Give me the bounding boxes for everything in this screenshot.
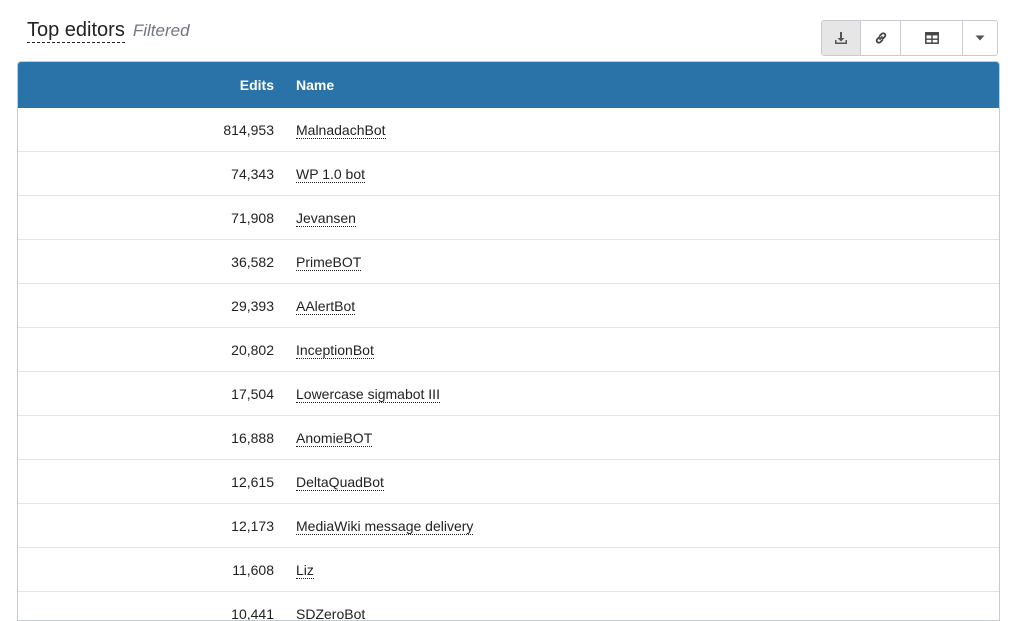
name-cell: AnomieBOT (274, 430, 372, 446)
table-icon (925, 32, 939, 44)
table-row: 12,615 DeltaQuadBot (18, 460, 999, 504)
section-title[interactable]: Top editors (27, 18, 125, 43)
section-header: Top editors Filtered (27, 18, 190, 50)
table-header-row: Edits Name (18, 62, 999, 108)
download-icon (834, 31, 848, 45)
table-row: 10,441 SDZeroBot (18, 592, 999, 621)
table-row: 11,608 Liz (18, 548, 999, 592)
name-cell: InceptionBot (274, 342, 374, 358)
column-header-edits[interactable]: Edits (18, 77, 274, 93)
table-row: 20,802 InceptionBot (18, 328, 999, 372)
table-row: 12,173 MediaWiki message delivery (18, 504, 999, 548)
name-cell: Lowercase sigmabot III (274, 386, 440, 402)
editor-name-link[interactable]: Jevansen (296, 210, 356, 227)
name-cell: DeltaQuadBot (274, 474, 384, 490)
table-toolbar (821, 20, 998, 56)
editor-name-link[interactable]: Liz (296, 562, 314, 579)
filtered-label: Filtered (133, 21, 190, 41)
edit-count: 20,802 (18, 342, 274, 358)
table-row: 29,393 AAlertBot (18, 284, 999, 328)
editor-name-link[interactable]: AAlertBot (296, 298, 355, 315)
editor-name-link[interactable]: MalnadachBot (296, 122, 386, 139)
table-row: 16,888 AnomieBOT (18, 416, 999, 460)
table-row: 17,504 Lowercase sigmabot III (18, 372, 999, 416)
name-cell: WP 1.0 bot (274, 166, 365, 182)
download-button[interactable] (822, 21, 861, 55)
edit-count: 16,888 (18, 430, 274, 446)
edit-count: 814,953 (18, 122, 274, 138)
table-row: 71,908 Jevansen (18, 196, 999, 240)
permalink-button[interactable] (861, 21, 901, 55)
editor-name-link[interactable]: PrimeBOT (296, 254, 361, 271)
edit-count: 11,608 (18, 562, 274, 578)
editor-name-link[interactable]: AnomieBOT (296, 430, 372, 447)
name-cell: MalnadachBot (274, 122, 386, 138)
edit-count: 12,173 (18, 518, 274, 534)
edit-count: 71,908 (18, 210, 274, 226)
table-row: 74,343 WP 1.0 bot (18, 152, 999, 196)
table-view-button[interactable] (901, 21, 963, 55)
edit-count: 10,441 (18, 606, 274, 621)
edit-count: 74,343 (18, 166, 274, 182)
editor-name-link[interactable]: SDZeroBot (296, 606, 365, 621)
table-row: 814,953 MalnadachBot (18, 108, 999, 152)
editor-name-link[interactable]: DeltaQuadBot (296, 474, 384, 491)
edit-count: 36,582 (18, 254, 274, 270)
caret-down-icon (975, 35, 985, 41)
editor-name-link[interactable]: WP 1.0 bot (296, 166, 365, 183)
table-body: 814,953 MalnadachBot 74,343 WP 1.0 bot 71,90… (18, 108, 999, 621)
edit-count: 29,393 (18, 298, 274, 314)
editor-name-link[interactable]: Lowercase sigmabot III (296, 386, 440, 403)
top-editors-table: Edits Name 814,953 MalnadachBot 74,343 WP 1… (17, 61, 1000, 621)
editor-name-link[interactable]: InceptionBot (296, 342, 374, 359)
edit-count: 17,504 (18, 386, 274, 402)
name-cell: AAlertBot (274, 298, 355, 314)
table-row: 36,582 PrimeBOT (18, 240, 999, 284)
view-dropdown-button[interactable] (963, 21, 997, 55)
edit-count: 12,615 (18, 474, 274, 490)
name-cell: Jevansen (274, 210, 356, 226)
name-cell: PrimeBOT (274, 254, 361, 270)
name-cell: SDZeroBot (274, 606, 365, 621)
editor-name-link[interactable]: MediaWiki message delivery (296, 518, 473, 535)
column-header-name[interactable]: Name (274, 77, 334, 93)
link-icon (874, 31, 888, 45)
name-cell: Liz (274, 562, 314, 578)
name-cell: MediaWiki message delivery (274, 518, 473, 534)
